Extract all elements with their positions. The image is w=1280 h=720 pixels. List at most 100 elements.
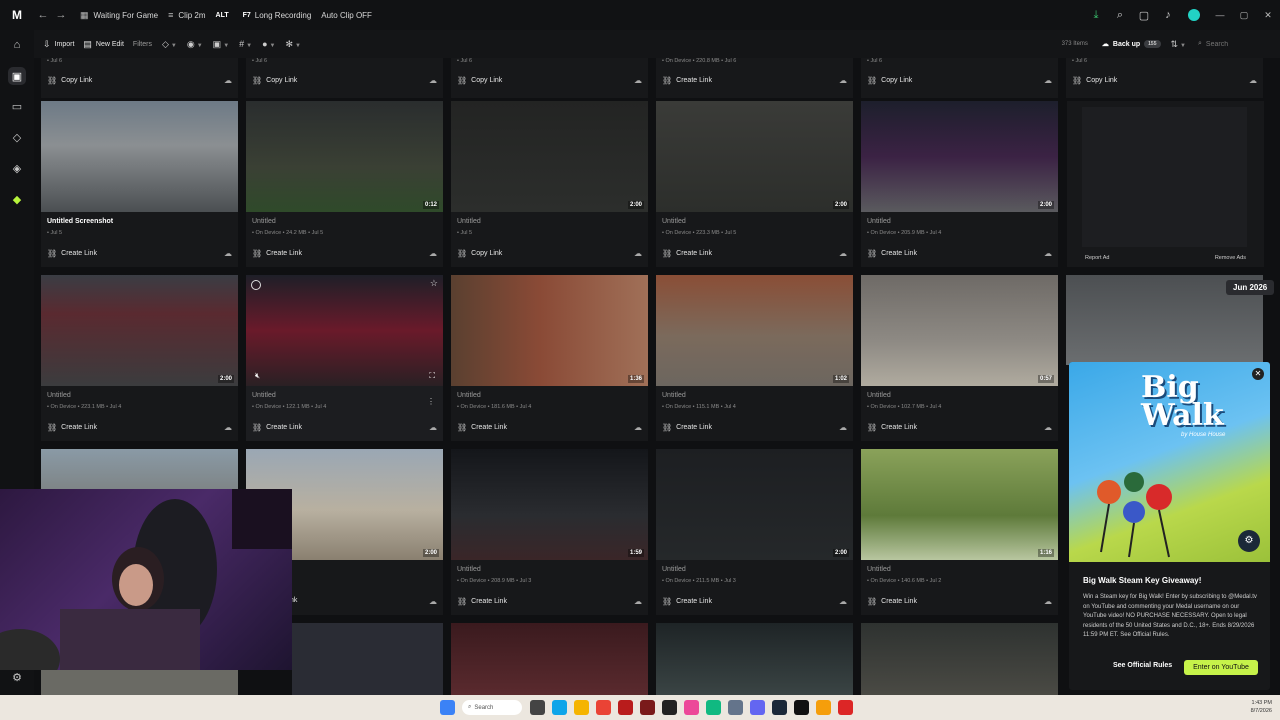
search-input[interactable] — [1205, 40, 1268, 48]
create-link-button[interactable]: ⛓ Create Link — [457, 597, 507, 606]
clip-card[interactable]: 2:00 Untitled • On Device • 223.3 MB • J… — [656, 101, 853, 267]
clip-card[interactable] — [41, 670, 238, 695]
clip-card[interactable] — [656, 623, 853, 695]
cloud-upload-icon[interactable]: ☁ — [1044, 597, 1052, 606]
clip-thumbnail[interactable]: 1:02 — [656, 275, 853, 386]
back-arrow-icon[interactable]: ← — [34, 0, 52, 30]
create-link-button[interactable]: ⛓ Create Link — [867, 423, 917, 432]
search-icon[interactable]: ⌕ — [1108, 9, 1132, 22]
create-link-button[interactable]: ⛓ Create Link — [662, 76, 712, 85]
settings-gear-icon[interactable]: ⚙ — [8, 668, 26, 686]
cloud-upload-icon[interactable]: ☁ — [634, 76, 642, 85]
clip-card[interactable]: 2:00 Untitled • Jul 5 ⛓ Copy Link ☁ — [451, 101, 648, 267]
copy-link-button[interactable]: ⛓ Copy Link — [1072, 76, 1117, 85]
app-icon[interactable] — [838, 700, 853, 715]
app-icon[interactable] — [618, 700, 633, 715]
chrome-icon[interactable] — [596, 700, 611, 715]
discord-icon[interactable] — [750, 700, 765, 715]
enter-on-youtube-button[interactable]: Enter on YouTube — [1184, 660, 1258, 675]
clip-card[interactable]: 2:00 Untitled • On Device • 211.5 MB • J… — [656, 449, 853, 615]
clip-thumbnail[interactable]: ☆ 🔇︎ ⛶ — [246, 275, 443, 386]
start-menu-icon[interactable] — [440, 700, 455, 715]
cloud-upload-icon[interactable]: ☁ — [839, 249, 847, 258]
copy-link-button[interactable]: ⛓ Copy Link — [252, 76, 297, 85]
cloud-upload-icon[interactable]: ☁ — [429, 76, 437, 85]
list-item[interactable]: • Jul 6 ⛓ Copy Link ☁ — [1066, 58, 1263, 98]
clip-card[interactable]: Untitled Screenshot • Jul 5 ⛓ Create Link… — [41, 101, 238, 267]
avatar[interactable] — [1188, 9, 1200, 21]
cloud-upload-icon[interactable]: ☁ — [839, 597, 847, 606]
clip-thumbnail[interactable] — [41, 101, 238, 212]
cloud-upload-icon[interactable]: ☁ — [634, 423, 642, 432]
auto-clip-toggle[interactable]: Auto Clip OFF — [321, 11, 372, 20]
cloud-upload-icon[interactable]: ☁ — [429, 423, 437, 432]
clip-card[interactable]: 2:00 Untitled • On Device • 205.9 MB • J… — [861, 101, 1058, 267]
system-clock[interactable]: 1:43 PM 8/7/2026 — [1251, 699, 1272, 715]
clip-card[interactable]: 1:36 Untitled • On Device • 181.6 MB • J… — [451, 275, 648, 441]
clip-thumbnail[interactable]: 2:00 — [451, 101, 648, 212]
clip-card[interactable] — [292, 623, 443, 695]
clip-card[interactable]: 1:16 Untitled • On Device • 140.6 MB • J… — [861, 449, 1058, 615]
clip-card[interactable]: 2:00 Untitled • On Device • 223.1 MB • J… — [41, 275, 238, 441]
clip-thumbnail[interactable] — [656, 623, 853, 695]
media-filter[interactable]: ▣ ▼ — [213, 39, 229, 50]
create-link-button[interactable]: ⛓ Create Link — [457, 423, 507, 432]
select-checkbox[interactable] — [251, 280, 261, 290]
folder-icon[interactable]: ▭ — [8, 97, 26, 115]
list-item[interactable]: • Jul 6 ⛓ Copy Link ☁ — [861, 58, 1058, 98]
premium-icon[interactable]: ◆ — [8, 190, 26, 208]
copy-link-button[interactable]: ⛓ Copy Link — [47, 76, 92, 85]
app-icon[interactable] — [706, 700, 721, 715]
forward-arrow-icon[interactable]: → — [52, 0, 70, 30]
gem-icon[interactable]: ◈ — [8, 159, 26, 177]
search-box[interactable]: ⌕ — [1198, 40, 1280, 48]
cloud-upload-icon[interactable]: ☁ — [634, 249, 642, 258]
cloud-upload-icon[interactable]: ☁ — [1044, 423, 1052, 432]
mute-icon[interactable]: 🔇︎ — [255, 371, 260, 381]
clip-thumbnail[interactable]: 2:00 — [656, 101, 853, 212]
cloud-upload-icon[interactable]: ☁ — [224, 249, 232, 258]
clip-thumbnail[interactable] — [451, 623, 648, 695]
steam-icon[interactable] — [772, 700, 787, 715]
create-link-button[interactable]: ⛓ Create Link — [662, 597, 712, 606]
create-link-button[interactable]: ⛓ Create Link — [252, 249, 302, 258]
cloud-upload-icon[interactable]: ☁ — [429, 597, 437, 606]
star-icon[interactable]: ☆ — [430, 278, 438, 289]
clip-card[interactable] — [451, 623, 648, 695]
cloud-upload-icon[interactable]: ☁ — [429, 249, 437, 258]
library-icon[interactable]: ▣ — [8, 67, 26, 85]
download-icon[interactable]: ⤓ — [1084, 9, 1108, 22]
clip-thumbnail[interactable]: 2:00 — [861, 101, 1058, 212]
maximize-button[interactable]: ▢ — [1232, 10, 1256, 21]
clip-thumbnail[interactable]: 2:00 — [41, 275, 238, 386]
home-icon[interactable]: ⌂ — [8, 36, 26, 54]
list-item[interactable]: • Jul 6 ⛓ Copy Link ☁ — [41, 58, 238, 98]
cloud-upload-icon[interactable]: ☁ — [224, 423, 232, 432]
create-link-button[interactable]: ⛓ Create Link — [252, 423, 302, 432]
more-options-icon[interactable]: ⋮ — [427, 397, 435, 406]
remove-ads-link[interactable]: Remove Ads — [1215, 255, 1246, 261]
cloud-upload-icon[interactable]: ☁ — [1249, 76, 1257, 85]
app-icon[interactable] — [662, 700, 677, 715]
medal-icon[interactable] — [794, 700, 809, 715]
clip-length[interactable]: ≡ Clip 2m — [168, 10, 205, 20]
clip-thumbnail[interactable] — [41, 670, 238, 695]
new-edit-button[interactable]: ▤ New Edit — [83, 39, 124, 50]
backup-button[interactable]: ☁ Back up 155 — [1102, 40, 1161, 48]
list-item[interactable]: • Jul 6 ⛓ Copy Link ☁ — [451, 58, 648, 98]
file-explorer-icon[interactable] — [574, 700, 589, 715]
create-link-button[interactable]: ⛓ Create Link — [47, 423, 97, 432]
medal-logo-icon[interactable]: M — [0, 0, 34, 30]
app-icon[interactable] — [728, 700, 743, 715]
gamepad-icon[interactable]: ◇ — [8, 128, 26, 146]
import-button[interactable]: ⇩ Import — [43, 39, 74, 50]
clip-card[interactable]: 1:02 Untitled • On Device • 115.1 MB • J… — [656, 275, 853, 441]
minimize-button[interactable]: — — [1208, 10, 1232, 20]
game-filter[interactable]: ◇ ▼ — [162, 39, 177, 50]
clip-card[interactable]: 1:59 Untitled • On Device • 208.9 MB • J… — [451, 449, 648, 615]
app-icon[interactable] — [640, 700, 655, 715]
clip-thumbnail[interactable]: 0:57 — [861, 275, 1058, 386]
bell-icon[interactable]: ♪ — [1156, 9, 1180, 21]
create-link-button[interactable]: ⛓ Create Link — [47, 249, 97, 258]
create-link-button[interactable]: ⛓ Create Link — [867, 597, 917, 606]
